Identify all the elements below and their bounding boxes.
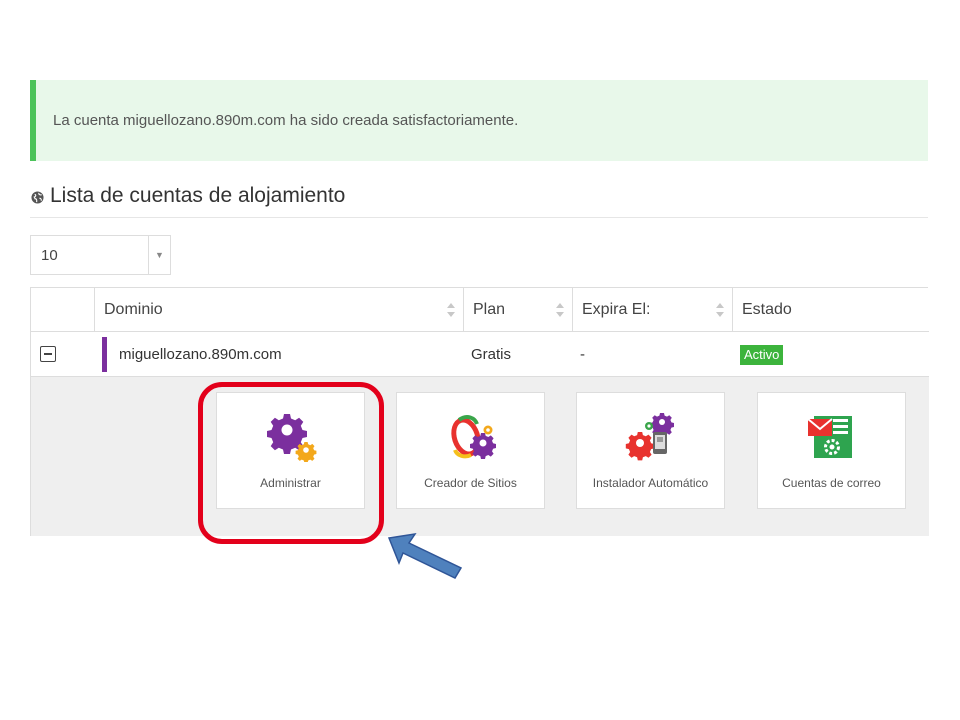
tile-label: Cuentas de correo: [782, 476, 881, 490]
tile-creador-de-sitios[interactable]: Creador de Sitios: [396, 392, 545, 509]
section-title: Lista de cuentas de alojamiento: [30, 184, 928, 218]
page-size-select[interactable]: 10 ▼: [30, 235, 171, 275]
accounts-table: Dominio Plan Expira El: Estado miguelloz…: [30, 287, 929, 536]
site-builder-icon: [450, 415, 496, 459]
success-alert: La cuenta miguellozano.890m.com ha sido …: [30, 80, 928, 161]
chevron-down-icon: ▼: [148, 236, 170, 274]
header-status-label: Estado: [742, 301, 792, 318]
table-row[interactable]: miguellozano.890m.com Gratis - Activo: [31, 332, 929, 377]
status-badge: Activo: [740, 344, 784, 365]
email-accounts-icon: [806, 416, 852, 458]
header-expires-label: Expira El:: [582, 301, 651, 318]
sort-icon: [556, 303, 564, 317]
auto-installer-icon: [625, 413, 674, 461]
header-status[interactable]: Estado: [732, 288, 929, 332]
header-expires[interactable]: Expira El:: [572, 288, 732, 332]
tile-cuentas-de-correo[interactable]: Cuentas de correo: [757, 392, 906, 509]
row-expires: -: [580, 346, 585, 363]
header-plan-label: Plan: [473, 301, 506, 318]
arrow-pointer-icon: [387, 532, 463, 579]
tile-label: Instalador Automático: [592, 476, 709, 490]
alert-message: La cuenta miguellozano.890m.com ha sido …: [53, 112, 519, 129]
sort-icon: [716, 303, 724, 317]
header-plan[interactable]: Plan: [463, 288, 572, 332]
header-domain[interactable]: Dominio: [94, 288, 463, 332]
row-domain: miguellozano.890m.com: [119, 346, 282, 363]
account-color-bar: [102, 337, 107, 372]
account-actions-panel: Administrar Creador de Sitios Instalador…: [31, 377, 929, 536]
tile-label: Creador de Sitios: [424, 476, 517, 490]
table-header: Dominio Plan Expira El: Estado: [31, 288, 929, 332]
highlight-rounded-rect: [198, 382, 384, 544]
sort-icon: [447, 303, 455, 317]
header-toggle-column: [31, 288, 94, 332]
globe-icon: [31, 191, 44, 204]
collapse-icon[interactable]: [40, 346, 56, 362]
page-size-value: 10: [41, 246, 58, 264]
section-title-text: Lista de cuentas de alojamiento: [50, 184, 346, 207]
tile-instalador-automatico[interactable]: Instalador Automático: [576, 392, 725, 509]
row-plan: Gratis: [471, 346, 512, 363]
row-status: Activo: [740, 332, 784, 377]
header-domain-label: Dominio: [104, 301, 163, 318]
